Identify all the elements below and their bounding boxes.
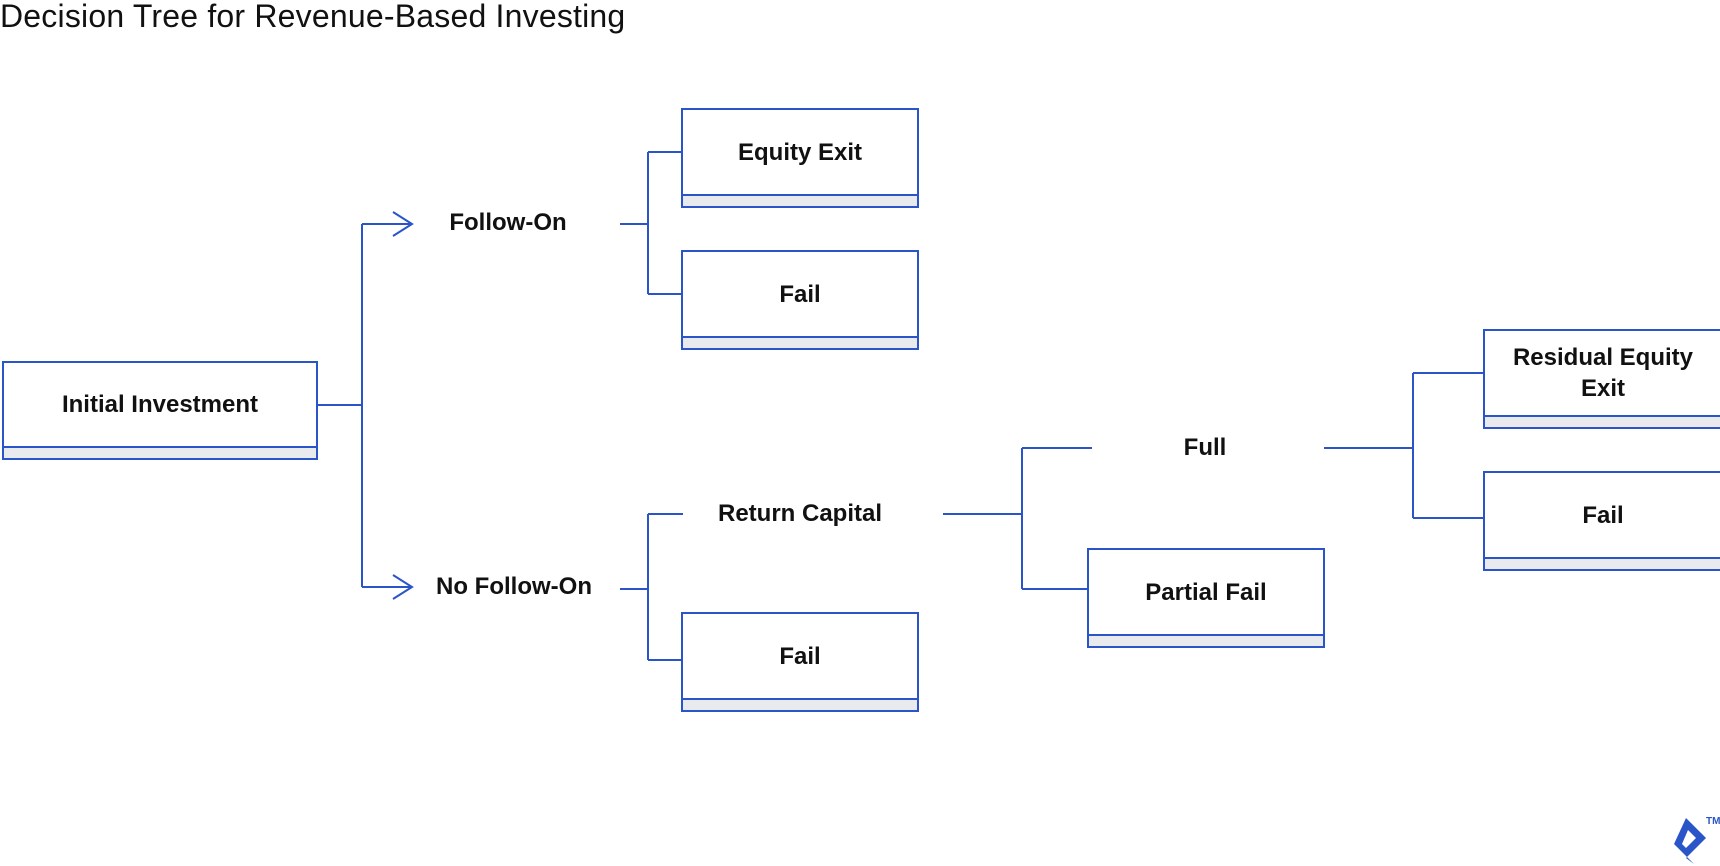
node-band (683, 698, 917, 710)
node-label: Residual Equity Exit (1512, 344, 1694, 402)
node-band (1485, 415, 1720, 427)
node-partial-fail: Partial Fail (1087, 548, 1325, 648)
branch-follow-on: Follow-On (449, 209, 567, 236)
node-initial-investment: Initial Investment (2, 361, 318, 460)
node-equity-exit: Equity Exit (681, 108, 919, 208)
node-residual-equity-exit: Residual Equity Exit (1483, 329, 1720, 429)
node-band (683, 194, 917, 206)
node-fail-no-follow-on: Fail (681, 612, 919, 712)
node-band (683, 336, 917, 348)
toptal-logo-icon (1674, 818, 1706, 864)
node-label: Initial Investment (61, 391, 259, 418)
node-band (1089, 634, 1323, 646)
node-fail-follow-on: Fail (681, 250, 919, 350)
node-label: Fail (779, 642, 821, 670)
node-label: Fail (1582, 501, 1624, 529)
node-label: Partial Fail (1145, 578, 1267, 606)
node-band (4, 446, 316, 458)
node-label: Fail (779, 280, 821, 308)
node-label: Equity Exit (737, 138, 863, 166)
branch-return-capital: Return Capital (717, 500, 883, 527)
branch-full: Full (1183, 434, 1227, 461)
node-band (1485, 557, 1720, 569)
branch-no-follow-on: No Follow-On (436, 573, 592, 600)
trademark-label: TM (1706, 816, 1720, 827)
node-fail-full: Fail (1483, 471, 1720, 571)
